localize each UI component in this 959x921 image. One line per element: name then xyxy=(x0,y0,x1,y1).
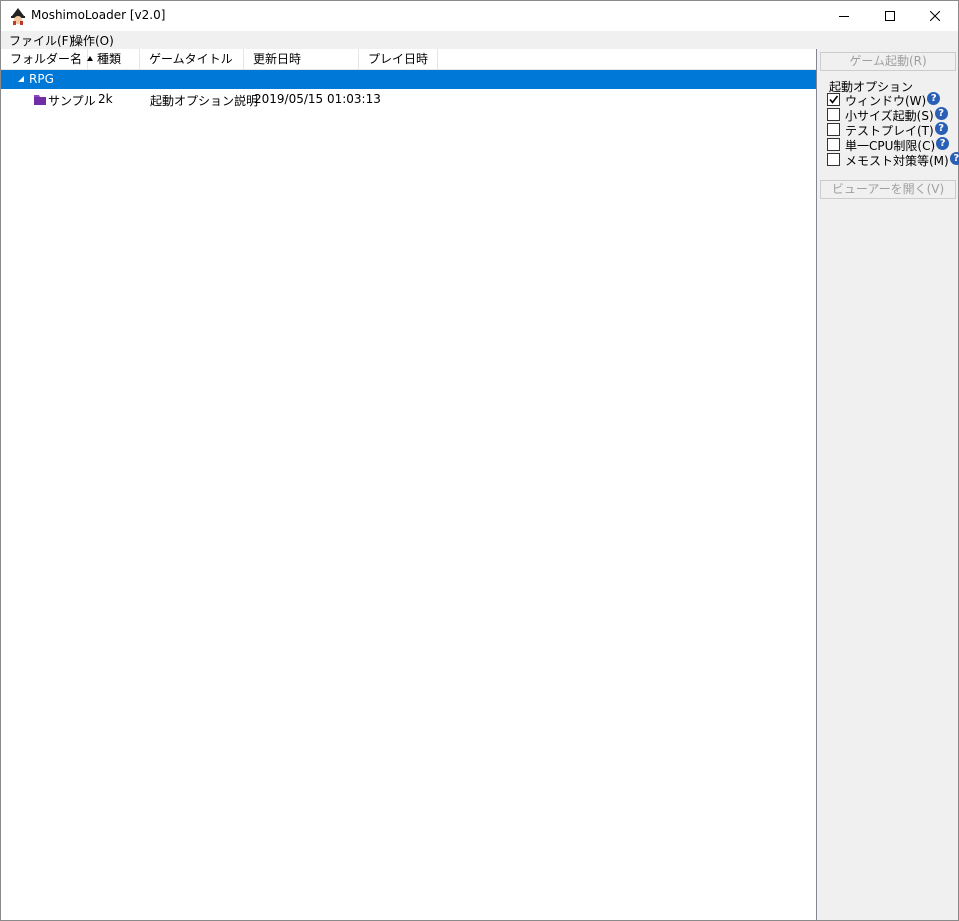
game-list[interactable]: フォルダー名 種類 ゲームタイトル 更新日時 プレイ日時 RPG サンプル 2k… xyxy=(1,49,817,920)
option-label: ウィンドウ(W) xyxy=(845,94,927,108)
option-label: テストプレイ(T) xyxy=(845,124,934,138)
checkmark-icon xyxy=(829,95,839,104)
maximize-icon xyxy=(885,11,895,21)
cell-folder: サンプル xyxy=(48,94,96,108)
column-updated[interactable]: 更新日時 xyxy=(244,49,359,69)
column-played[interactable]: プレイ日時 xyxy=(359,49,438,69)
close-icon xyxy=(930,11,940,21)
help-icon[interactable]: ? xyxy=(927,92,941,105)
option-label: メモスト対策等(M) xyxy=(845,154,949,168)
help-icon[interactable]: ? xyxy=(936,137,950,150)
folder-icon xyxy=(34,95,46,105)
help-icon[interactable]: ? xyxy=(934,122,948,135)
table-row[interactable]: サンプル 2k 起動オプション説明 2019/05/15 01:03:13 xyxy=(1,90,816,109)
checkbox-small-size[interactable] xyxy=(827,108,840,121)
checkbox-memost[interactable] xyxy=(827,153,840,166)
help-icon[interactable]: ? xyxy=(934,107,948,120)
close-button[interactable] xyxy=(912,1,958,31)
open-viewer-button[interactable]: ビューアーを開く(V) xyxy=(820,180,956,199)
checkbox-single-cpu[interactable] xyxy=(827,138,840,151)
expand-arrow-icon[interactable] xyxy=(18,76,24,82)
cell-title: 起動オプション説明 xyxy=(150,94,259,108)
group-label: RPG xyxy=(29,72,54,86)
maximize-button[interactable] xyxy=(867,1,913,31)
column-folder-name[interactable]: フォルダー名 xyxy=(1,49,94,69)
column-label: ゲームタイトル xyxy=(149,52,233,66)
column-label: 種類 xyxy=(97,52,122,66)
option-label: 単一CPU制限(C) xyxy=(845,139,936,153)
list-header: フォルダー名 種類 ゲームタイトル 更新日時 プレイ日時 xyxy=(1,49,816,70)
checkbox-test-play[interactable] xyxy=(827,123,840,136)
minimize-icon xyxy=(839,16,849,17)
menu-bar: ファイル(F) 操作(O) xyxy=(1,31,958,49)
title-bar[interactable]: MoshimoLoader [v2.0] xyxy=(1,1,958,31)
checkbox-window[interactable] xyxy=(827,93,840,106)
column-game-title[interactable]: ゲームタイトル xyxy=(140,49,244,69)
column-label: プレイ日時 xyxy=(368,52,429,66)
cell-type: 2k xyxy=(98,92,113,106)
menu-file[interactable]: ファイル(F) xyxy=(9,32,73,49)
app-window: MoshimoLoader [v2.0] ファイル(F) 操作(O) フォルダー… xyxy=(0,0,959,921)
window-title: MoshimoLoader [v2.0] xyxy=(31,8,166,22)
option-label-row: メモスト対策等(M)? xyxy=(845,152,959,169)
app-icon xyxy=(11,8,25,25)
help-icon[interactable]: ? xyxy=(949,152,959,165)
column-label: 更新日時 xyxy=(253,52,302,66)
launch-game-button[interactable]: ゲーム起動(R) xyxy=(820,52,956,71)
column-label: フォルダー名 xyxy=(10,52,83,66)
option-label: 小サイズ起動(S) xyxy=(845,109,934,123)
group-row-rpg[interactable]: RPG xyxy=(1,70,816,89)
minimize-button[interactable] xyxy=(821,1,867,31)
side-panel: ゲーム起動(R) 起動オプション ウィンドウ(W)? 小サイズ起動(S)? テス… xyxy=(817,49,959,920)
column-type[interactable]: 種類 xyxy=(88,49,140,69)
cell-updated: 2019/05/15 01:03:13 xyxy=(254,92,381,106)
menu-operation[interactable]: 操作(O) xyxy=(71,32,114,49)
